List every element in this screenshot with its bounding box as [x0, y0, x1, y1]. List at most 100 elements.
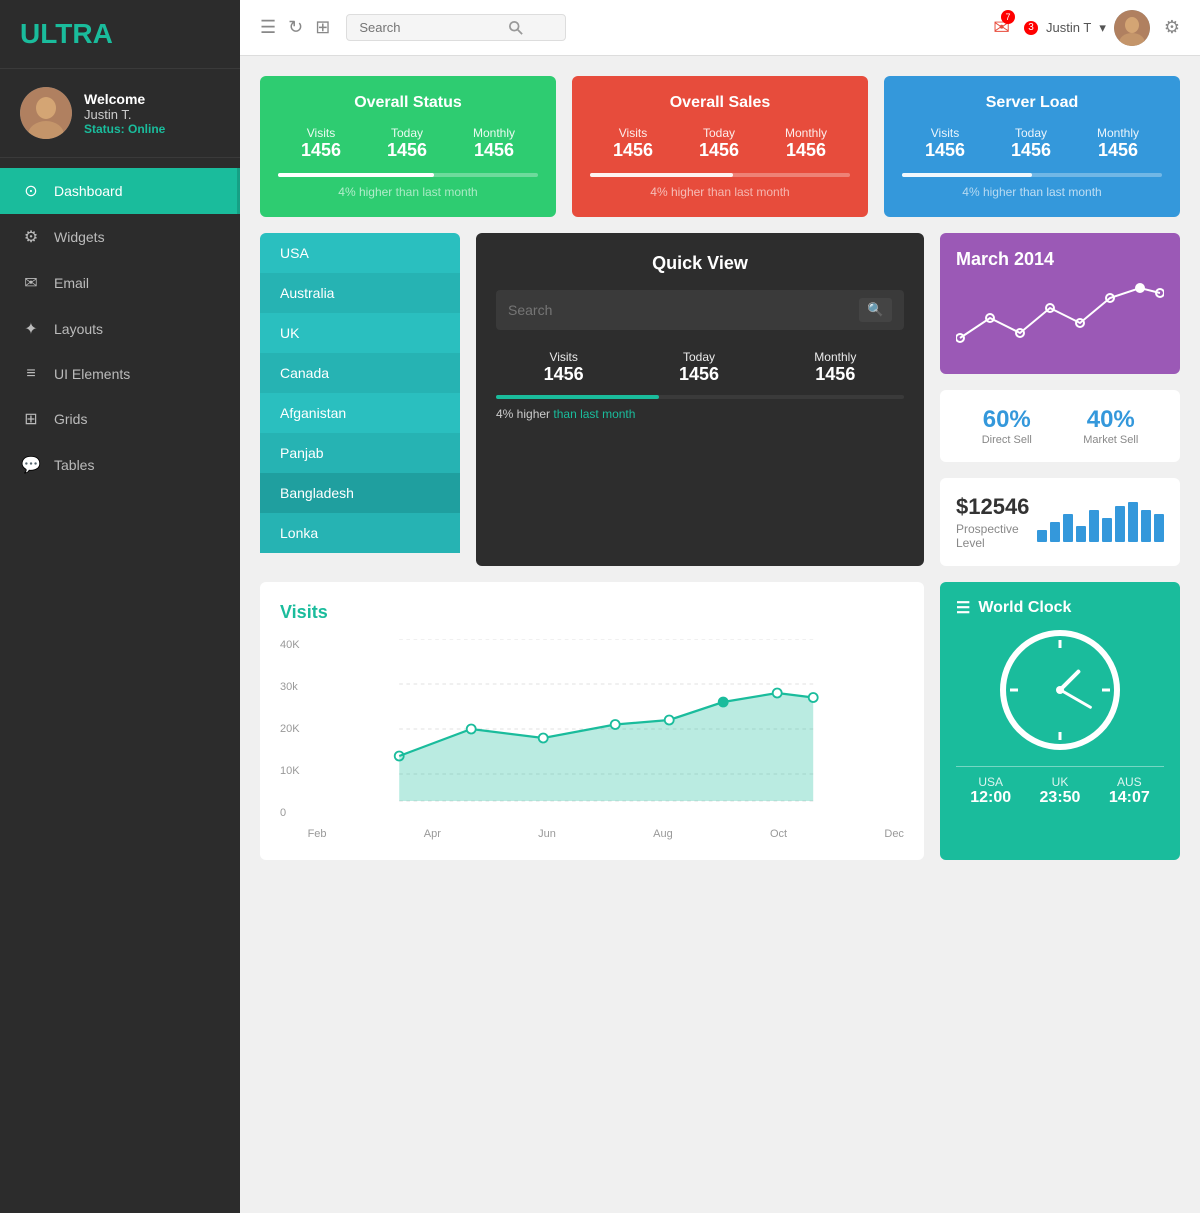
email-icon: ✉	[20, 273, 42, 293]
timezone-row: USA 12:00 UK 23:50 AUS 14:07	[956, 775, 1164, 807]
monthly-col: Monthly 1456	[785, 126, 827, 161]
profile-status: Status: Online	[84, 122, 165, 136]
mail-badge: 7	[1001, 10, 1015, 24]
welcome-label: Welcome	[84, 91, 165, 107]
sidebar-item-dashboard[interactable]: ⊙ Dashboard	[0, 168, 240, 214]
overall-sales-cols: Visits 1456 Today 1456 Monthly 1456	[590, 126, 850, 161]
sidebar-item-widgets[interactable]: ⚙ Widgets	[0, 214, 240, 260]
world-clock-card: ☰ World Clock USA 12:00	[940, 582, 1180, 860]
chart-area: Feb Apr Jun Aug Oct Dec	[308, 639, 904, 840]
direct-sell: 60% Direct Sell	[982, 406, 1032, 446]
progress-bar	[590, 173, 733, 177]
tz-usa: USA 12:00	[970, 775, 1011, 807]
country-australia[interactable]: Australia	[260, 273, 460, 313]
progress-bar	[902, 173, 1032, 177]
today-col: Today 1456	[387, 126, 427, 161]
sidebar-item-label: Tables	[54, 457, 94, 473]
chart-container: 40K 30k 20K 10K 0	[280, 639, 904, 840]
tick-9	[1010, 689, 1018, 692]
clock-center	[1056, 686, 1064, 694]
x-axis: Feb Apr Jun Aug Oct Dec	[308, 824, 904, 840]
sidebar: ULTRA Welcome Justin T. Status: Online ⊙…	[0, 0, 240, 1213]
stat-footer: 4% higher than last month	[590, 185, 850, 199]
refresh-icon[interactable]: ↻	[288, 17, 303, 38]
tick-6	[1059, 732, 1062, 740]
tz-uk: UK 23:50	[1040, 775, 1081, 807]
nav-menu: ⊙ Dashboard ⚙ Widgets ✉ Email ✦ Layouts …	[0, 168, 240, 488]
sidebar-item-email[interactable]: ✉ Email	[0, 260, 240, 306]
quickview-stats: Visits 1456 Today 1456 Monthly 1456	[496, 350, 904, 385]
country-panjab[interactable]: Panjab	[260, 433, 460, 473]
tick-12	[1059, 640, 1062, 648]
visits-title: Visits	[280, 602, 904, 623]
logo-rest: LTRA	[40, 18, 113, 49]
prosp-amount: $12546	[956, 494, 1037, 520]
stat-cards-row: Overall Status Visits 1456 Today 1456 Mo…	[260, 76, 1180, 217]
user-dropdown[interactable]: 3 Justin T ▾	[1024, 10, 1150, 46]
topbar-right: ✉ 7 3 Justin T ▾ ⚙	[993, 10, 1180, 46]
today-col: Today 1456	[1011, 126, 1051, 161]
quickview-search-input[interactable]	[508, 302, 851, 318]
bar	[1050, 522, 1060, 542]
sidebar-item-grids[interactable]: ⊞ Grids	[0, 396, 240, 442]
quickview-search-box: 🔍	[496, 290, 904, 330]
x-label: Jun	[538, 828, 556, 840]
y-label: 20K	[280, 723, 300, 735]
sidebar-item-layouts[interactable]: ✦ Layouts	[0, 306, 240, 352]
world-clock-header: ☰ World Clock	[956, 598, 1164, 618]
qv-visits-col: Visits 1456	[544, 350, 584, 385]
hamburger-small-icon: ☰	[956, 598, 970, 618]
bar	[1154, 514, 1164, 542]
user-badge: 3	[1024, 21, 1038, 35]
x-label: Aug	[653, 828, 673, 840]
market-sell-label: Market Sell	[1083, 434, 1138, 446]
progress-bar	[278, 173, 434, 177]
sidebar-item-tables[interactable]: 💬 Tables	[0, 442, 240, 488]
overall-status-cols: Visits 1456 Today 1456 Monthly 1456	[278, 126, 538, 161]
clock-face	[1000, 630, 1120, 750]
quickview-search-button[interactable]: 🔍	[859, 298, 892, 322]
overall-sales-title: Overall Sales	[590, 94, 850, 112]
bar	[1141, 510, 1151, 542]
search-input[interactable]	[359, 20, 509, 35]
market-sell-pct: 40%	[1083, 406, 1138, 434]
overall-status-card: Overall Status Visits 1456 Today 1456 Mo…	[260, 76, 556, 217]
country-lonka[interactable]: Lonka	[260, 513, 460, 553]
sidebar-item-ui-elements[interactable]: ≡ UI Elements	[0, 352, 240, 396]
country-canada[interactable]: Canada	[260, 353, 460, 393]
topbar: ☰ ↻ ⊞ ✉ 7 3 Justin T ▾ ⚙	[240, 0, 1200, 56]
bottom-row: Visits 40K 30k 20K 10K 0	[260, 582, 1180, 860]
profile-name: Justin T.	[84, 107, 165, 122]
grids-icon: ⊞	[20, 409, 42, 429]
mail-notification[interactable]: ✉ 7	[993, 15, 1010, 40]
country-bangladesh[interactable]: Bangladesh	[260, 473, 460, 513]
y-label: 10K	[280, 765, 300, 777]
sidebar-item-label: Widgets	[54, 229, 105, 245]
content: Overall Status Visits 1456 Today 1456 Mo…	[240, 56, 1200, 1213]
tick-3	[1102, 689, 1110, 692]
widgets-icon: ⚙	[20, 227, 42, 247]
qv-progress-wrap	[496, 395, 904, 399]
user-avatar	[1114, 10, 1150, 46]
grid-icon[interactable]: ⊞	[315, 17, 330, 38]
server-load-cols: Visits 1456 Today 1456 Monthly 1456	[902, 126, 1162, 161]
stat-footer: 4% higher than last month	[278, 185, 538, 199]
status-value: Online	[128, 122, 165, 136]
sidebar-item-label: Layouts	[54, 321, 103, 337]
logo-accent: U	[20, 18, 40, 49]
hamburger-icon[interactable]: ☰	[260, 17, 276, 38]
qv-footer: 4% higher than last month	[496, 407, 904, 421]
gear-icon[interactable]: ⚙	[1164, 17, 1180, 38]
logo: ULTRA	[0, 0, 240, 69]
bar	[1076, 526, 1086, 542]
progress-wrap	[902, 173, 1162, 177]
country-usa[interactable]: USA	[260, 233, 460, 273]
visits-chart-card: Visits 40K 30k 20K 10K 0	[260, 582, 924, 860]
country-uk[interactable]: UK	[260, 313, 460, 353]
stat-footer: 4% higher than last month	[902, 185, 1162, 199]
minute-hand	[1059, 689, 1092, 710]
country-afganistan[interactable]: Afganistan	[260, 393, 460, 433]
overall-status-title: Overall Status	[278, 94, 538, 112]
sidebar-item-label: Email	[54, 275, 89, 291]
world-clock-title: World Clock	[978, 599, 1071, 617]
